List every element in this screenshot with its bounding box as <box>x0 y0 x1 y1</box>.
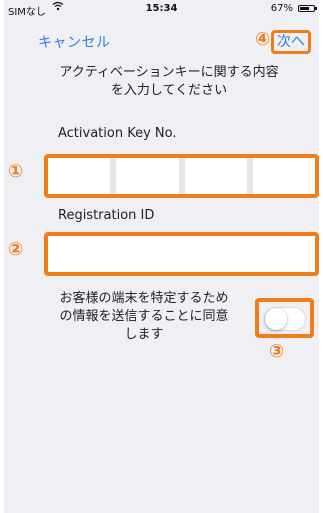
consent-toggle[interactable] <box>264 307 306 331</box>
activation-key-segment-4[interactable] <box>252 158 315 194</box>
status-bar: SIMなし 15:34 67% <box>4 0 319 18</box>
consent-line-1: お客様の端末を特定するため <box>59 291 229 306</box>
instruction-text: アクティベーションキーに関する内容 を入力してください <box>34 64 304 100</box>
instruction-line-2: を入力してください <box>110 83 228 98</box>
consent-line-3: します <box>124 327 164 342</box>
annotation-marker-3: ③ <box>269 341 285 362</box>
annotation-marker-1: ① <box>8 161 24 182</box>
battery-percent: 67% <box>270 3 293 14</box>
cancel-button[interactable]: キャンセル <box>38 32 111 52</box>
consent-line-2: の情報を送信することに同意 <box>59 309 229 324</box>
battery-icon <box>298 5 317 12</box>
instruction-line-1: アクティベーションキーに関する内容 <box>59 65 279 80</box>
activation-key-label: Activation Key No. <box>58 126 177 141</box>
navigation-bar: キャンセル ④ 次へ <box>4 18 319 58</box>
consent-toggle-highlight <box>255 298 314 338</box>
activation-key-segment-1[interactable] <box>48 158 117 194</box>
registration-id-label: Registration ID <box>58 208 155 223</box>
registration-id-field[interactable] <box>44 232 319 276</box>
activation-key-segment-3[interactable] <box>184 158 253 194</box>
toggle-knob[interactable] <box>265 308 287 330</box>
annotation-marker-4: ④ <box>255 29 271 50</box>
screen: SIMなし 15:34 67% キャンセル ④ 次へ アクティベーションキーに関… <box>4 0 319 513</box>
next-button[interactable]: 次へ <box>271 30 311 54</box>
consent-text: お客様の端末を特定するため の情報を送信することに同意 します <box>34 290 254 344</box>
activation-key-segments <box>48 158 315 194</box>
activation-key-field <box>44 154 319 198</box>
battery-fill <box>300 7 309 10</box>
activation-key-segment-2[interactable] <box>116 158 185 194</box>
annotation-marker-2: ② <box>8 239 24 260</box>
